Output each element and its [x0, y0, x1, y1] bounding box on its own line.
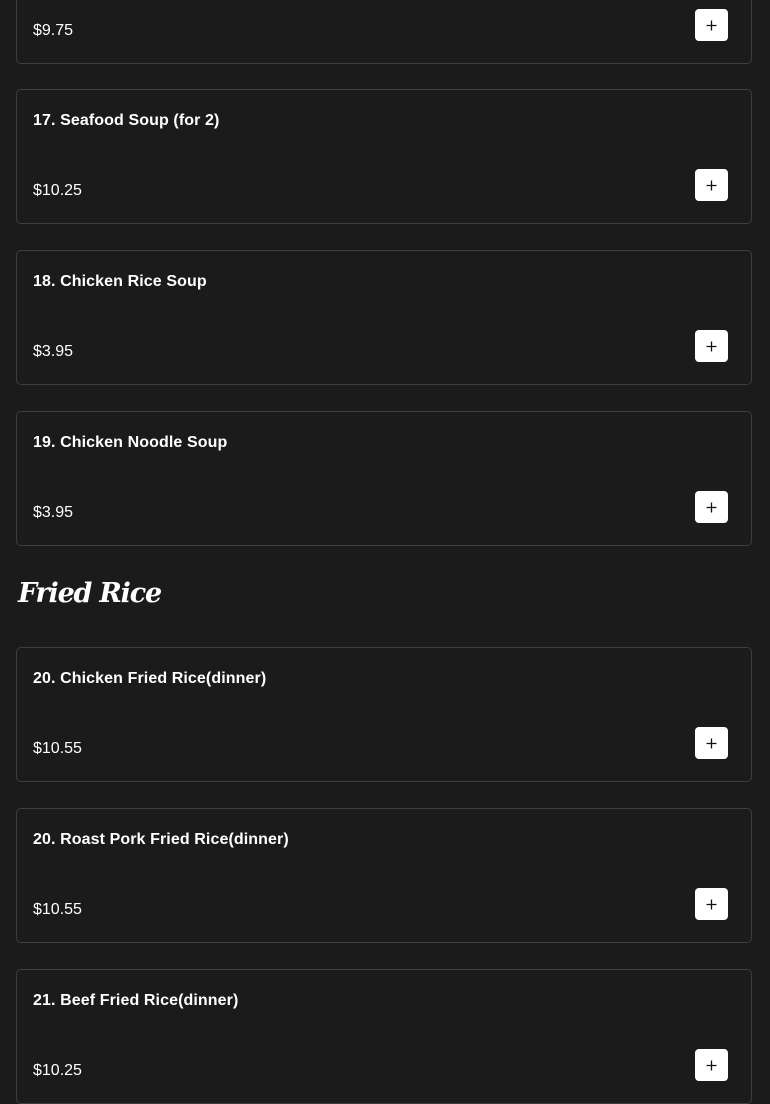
plus-icon [706, 899, 717, 909]
plus-icon [706, 1060, 717, 1070]
add-to-cart-button[interactable] [695, 1049, 728, 1081]
add-to-cart-button[interactable] [695, 169, 728, 201]
menu-item-card[interactable]: 17. Seafood Soup (for 2) $10.25 [16, 89, 752, 224]
menu-item-name: 20. Chicken Fried Rice(dinner) [33, 670, 267, 687]
menu-item-price: $3.95 [33, 343, 74, 360]
menu-item-name: 21. Beef Fried Rice(dinner) [33, 992, 239, 1009]
add-to-cart-button[interactable] [695, 330, 728, 362]
menu-item-card[interactable]: 18. Chicken Rice Soup $3.95 [16, 250, 752, 385]
menu-item-price: $9.75 [33, 22, 74, 39]
plus-icon [706, 502, 717, 512]
menu-item-name: 20. Roast Pork Fried Rice(dinner) [33, 831, 289, 848]
menu-item-card[interactable]: $9.75 [16, 0, 752, 64]
menu-item-name: 19. Chicken Noodle Soup [33, 434, 228, 451]
menu-item-price: $3.95 [33, 504, 74, 521]
add-to-cart-button[interactable] [695, 727, 728, 759]
menu-item-price: $10.55 [33, 740, 82, 757]
plus-icon [706, 738, 717, 748]
section-title: Fried Rice [18, 578, 162, 609]
add-to-cart-button[interactable] [695, 888, 728, 920]
menu-item-name: 18. Chicken Rice Soup [33, 273, 207, 290]
plus-icon [706, 20, 717, 30]
menu-item-card[interactable]: 20. Chicken Fried Rice(dinner) $10.55 [16, 647, 752, 782]
add-to-cart-button[interactable] [695, 9, 728, 41]
menu-page: $9.75 17. Seafood Soup (for 2) $10.25 18… [0, 0, 770, 1104]
menu-item-price: $10.25 [33, 1062, 82, 1079]
add-to-cart-button[interactable] [695, 491, 728, 523]
menu-item-card[interactable]: 21. Beef Fried Rice(dinner) $10.25 [16, 969, 752, 1104]
plus-icon [706, 341, 717, 351]
menu-item-card[interactable]: 19. Chicken Noodle Soup $3.95 [16, 411, 752, 546]
plus-icon [706, 180, 717, 190]
menu-item-price: $10.25 [33, 182, 82, 199]
menu-item-name: 17. Seafood Soup (for 2) [33, 112, 220, 129]
menu-item-price: $10.55 [33, 901, 82, 918]
menu-item-card[interactable]: 20. Roast Pork Fried Rice(dinner) $10.55 [16, 808, 752, 943]
